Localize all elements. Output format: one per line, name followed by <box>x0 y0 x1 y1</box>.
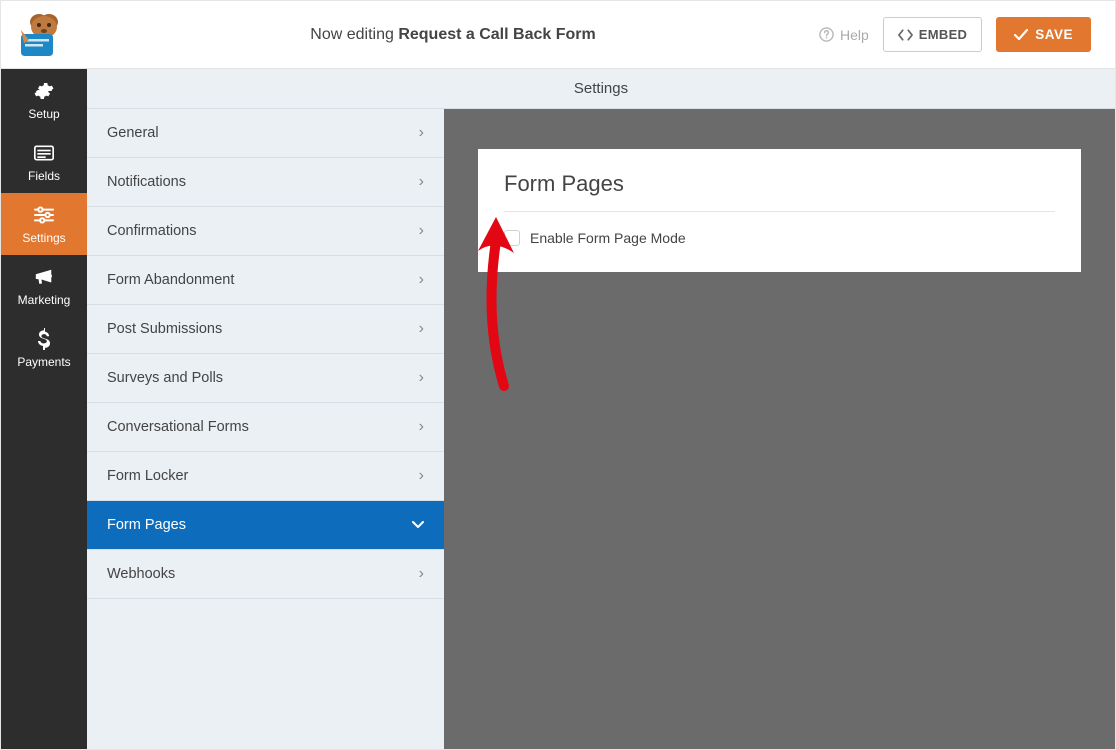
enable-form-page-checkbox[interactable] <box>504 230 520 246</box>
gear-icon <box>33 80 55 102</box>
settings-item-post-submissions[interactable]: Post Submissions › <box>87 305 444 354</box>
panel-title: Form Pages <box>504 171 1055 212</box>
rail-item-setup[interactable]: Setup <box>1 69 87 131</box>
settings-item-label: Confirmations <box>107 223 196 239</box>
settings-item-webhooks[interactable]: Webhooks › <box>87 550 444 599</box>
left-rail: Setup Fields Settings Marketing <box>1 69 87 749</box>
embed-button[interactable]: EMBED <box>883 17 982 52</box>
settings-item-general[interactable]: General › <box>87 109 444 158</box>
settings-item-notifications[interactable]: Notifications › <box>87 158 444 207</box>
settings-menu: General › Notifications › Confirmations › F… <box>87 109 444 749</box>
rail-label: Settings <box>22 231 65 245</box>
check-icon <box>1014 29 1028 41</box>
chevron-down-icon <box>412 521 424 529</box>
settings-item-form-abandonment[interactable]: Form Abandonment › <box>87 256 444 305</box>
settings-item-conversational-forms[interactable]: Conversational Forms › <box>87 403 444 452</box>
settings-item-label: Notifications <box>107 174 186 190</box>
rail-label: Payments <box>17 355 70 369</box>
settings-item-label: Surveys and Polls <box>107 370 223 386</box>
help-icon <box>819 27 834 42</box>
settings-item-surveys-polls[interactable]: Surveys and Polls › <box>87 354 444 403</box>
editing-title: Now editing Request a Call Back Form <box>87 26 819 44</box>
save-label: SAVE <box>1035 27 1073 42</box>
main-area: Settings General › Notifications › Confirm… <box>87 69 1115 749</box>
settings-item-confirmations[interactable]: Confirmations › <box>87 207 444 256</box>
help-label: Help <box>840 27 869 43</box>
settings-item-form-pages[interactable]: Form Pages <box>87 501 444 550</box>
chevron-right-icon: › <box>419 467 424 485</box>
chevron-right-icon: › <box>419 418 424 436</box>
chevron-right-icon: › <box>419 369 424 387</box>
chevron-right-icon: › <box>419 124 424 142</box>
top-bar: Now editing Request a Call Back Form Hel… <box>1 1 1115 69</box>
section-header: Settings <box>87 69 1115 109</box>
dollar-icon <box>33 328 55 350</box>
rail-item-settings[interactable]: Settings <box>1 193 87 255</box>
form-name: Request a Call Back Form <box>398 26 595 43</box>
embed-label: EMBED <box>919 27 967 42</box>
enable-form-page-row: Enable Form Page Mode <box>504 230 1055 246</box>
settings-item-label: Conversational Forms <box>107 419 249 435</box>
rail-label: Fields <box>28 169 60 183</box>
rail-label: Marketing <box>18 293 71 307</box>
form-pages-panel: Form Pages Enable Form Page Mode <box>478 149 1081 272</box>
app-body: Setup Fields Settings Marketing <box>1 69 1115 749</box>
code-icon <box>898 29 913 41</box>
app-root: Now editing Request a Call Back Form Hel… <box>0 0 1116 750</box>
rail-item-fields[interactable]: Fields <box>1 131 87 193</box>
editing-prefix: Now editing <box>310 26 398 43</box>
settings-item-label: Form Abandonment <box>107 272 234 288</box>
chevron-right-icon: › <box>419 222 424 240</box>
settings-item-label: Form Pages <box>107 517 186 533</box>
app-logo <box>1 1 87 69</box>
settings-item-label: Form Locker <box>107 468 188 484</box>
bullhorn-icon <box>33 266 55 288</box>
settings-item-label: Post Submissions <box>107 321 222 337</box>
top-actions: Help EMBED SAVE <box>819 17 1115 52</box>
chevron-right-icon: › <box>419 173 424 191</box>
rail-item-payments[interactable]: Payments <box>1 317 87 379</box>
save-button[interactable]: SAVE <box>996 17 1091 52</box>
help-link[interactable]: Help <box>819 27 869 43</box>
rail-label: Setup <box>28 107 59 121</box>
settings-item-label: Webhooks <box>107 566 175 582</box>
list-icon <box>33 142 55 164</box>
checkbox-label: Enable Form Page Mode <box>530 230 686 246</box>
chevron-right-icon: › <box>419 271 424 289</box>
chevron-right-icon: › <box>419 320 424 338</box>
settings-item-label: General <box>107 125 159 141</box>
settings-canvas: Form Pages Enable Form Page Mode <box>444 109 1115 749</box>
rail-item-marketing[interactable]: Marketing <box>1 255 87 317</box>
wpforms-logo-icon <box>19 12 69 58</box>
settings-item-form-locker[interactable]: Form Locker › <box>87 452 444 501</box>
sliders-icon <box>33 204 55 226</box>
chevron-right-icon: › <box>419 565 424 583</box>
content-row: General › Notifications › Confirmations › F… <box>87 109 1115 749</box>
section-title: Settings <box>574 80 628 97</box>
